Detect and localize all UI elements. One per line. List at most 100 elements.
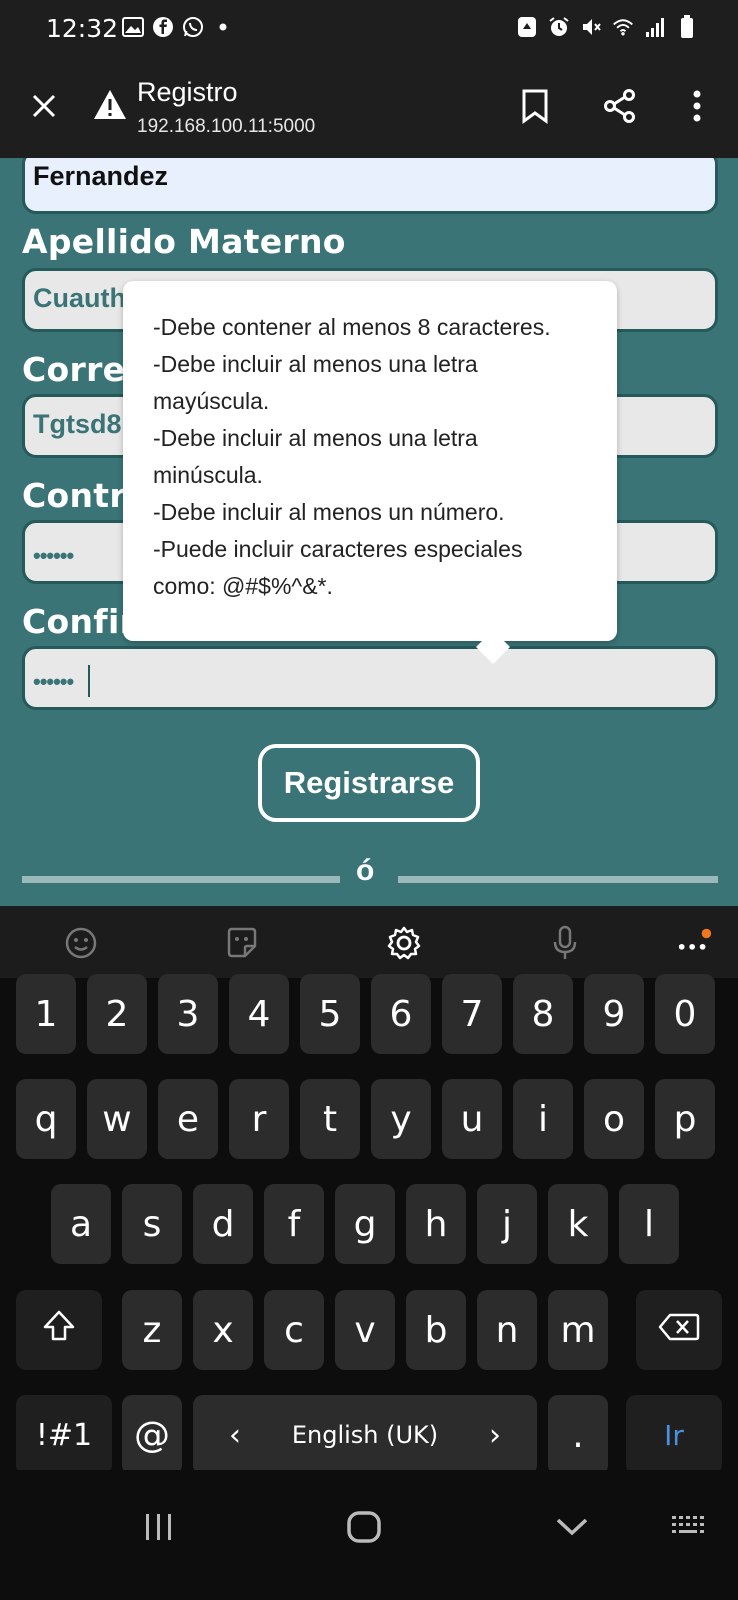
password-requirements-tooltip: -Debe contener al menos 8 caracteres. -D… <box>123 281 617 664</box>
key-a[interactable]: a <box>51 1184 111 1264</box>
key-i[interactable]: i <box>513 1079 573 1159</box>
key-e[interactable]: e <box>158 1079 218 1159</box>
key-z[interactable]: z <box>122 1290 182 1370</box>
tooltip-line: -Debe incluir al menos una letra minúscu… <box>153 425 478 488</box>
sticker-icon[interactable] <box>223 924 261 962</box>
key-v[interactable]: v <box>335 1290 395 1370</box>
space-right-arrow: › <box>489 1417 501 1453</box>
key-b[interactable]: b <box>406 1290 466 1370</box>
confirmar-contrasena-value: •••••• <box>33 669 74 694</box>
status-bar: 12:32 <box>0 0 738 62</box>
key-1[interactable]: 1 <box>16 974 76 1054</box>
tooltip-line: -Puede incluir caracteres especiales com… <box>153 536 523 599</box>
recent-apps-icon[interactable] <box>143 1512 175 1547</box>
dot-icon <box>212 16 234 38</box>
warning-icon[interactable] <box>92 88 128 122</box>
symbols-key[interactable]: !#1 <box>16 1395 112 1475</box>
key-x[interactable]: x <box>193 1290 253 1370</box>
backspace-icon <box>658 1310 700 1351</box>
space-left-arrow: ‹ <box>229 1417 241 1453</box>
more-icon[interactable] <box>676 924 714 962</box>
keyboard: 1 2 3 4 5 6 7 8 9 0 q w e r t y u i o p … <box>0 974 738 1475</box>
key-t[interactable]: t <box>300 1079 360 1159</box>
key-m[interactable]: m <box>548 1290 608 1370</box>
signal-icon <box>644 16 666 38</box>
contrasena-value: •••••• <box>33 543 74 568</box>
divider-right <box>398 876 718 883</box>
whatsapp-icon <box>182 16 204 38</box>
wifi-icon <box>612 16 634 38</box>
key-8[interactable]: 8 <box>513 974 573 1054</box>
key-l[interactable]: l <box>619 1184 679 1264</box>
key-s[interactable]: s <box>122 1184 182 1264</box>
divider-text: ó <box>356 854 375 887</box>
key-q[interactable]: q <box>16 1079 76 1159</box>
space-bar[interactable]: ‹ English (UK) › <box>193 1395 537 1475</box>
key-d[interactable]: d <box>193 1184 253 1264</box>
key-y[interactable]: y <box>371 1079 431 1159</box>
tooltip-line: -Debe incluir al menos una letra mayúscu… <box>153 351 478 414</box>
text-cursor <box>88 665 90 697</box>
at-key[interactable]: @ <box>122 1395 182 1475</box>
recycle-icon <box>516 16 538 38</box>
facebook-icon <box>152 16 174 38</box>
register-button[interactable]: Registrarse <box>258 744 480 822</box>
home-icon[interactable] <box>346 1510 382 1549</box>
confirmar-contrasena-field[interactable]: •••••• <box>22 646 718 710</box>
bookmark-icon[interactable] <box>520 88 550 124</box>
key-c[interactable]: c <box>264 1290 324 1370</box>
key-j[interactable]: j <box>477 1184 537 1264</box>
apellido-paterno-field[interactable]: Fernandez <box>22 158 718 214</box>
key-k[interactable]: k <box>548 1184 608 1264</box>
space-label: English (UK) <box>291 1421 439 1449</box>
key-6[interactable]: 6 <box>371 974 431 1054</box>
key-p[interactable]: p <box>655 1079 715 1159</box>
mic-icon[interactable] <box>546 924 584 962</box>
shift-icon <box>41 1308 77 1353</box>
key-f[interactable]: f <box>264 1184 324 1264</box>
backspace-key[interactable] <box>636 1290 722 1370</box>
settings-icon[interactable] <box>385 924 423 962</box>
browser-toolbar: Registro 192.168.100.11:5000 <box>0 62 738 158</box>
share-icon[interactable] <box>602 88 638 124</box>
key-2[interactable]: 2 <box>87 974 147 1054</box>
contrasena-label: Contr <box>22 476 126 515</box>
page-url[interactable]: 192.168.100.11:5000 <box>137 116 315 138</box>
navigation-bar <box>0 1470 738 1600</box>
keyboard-switch-icon[interactable] <box>670 1514 710 1545</box>
page-title: Registro <box>137 77 238 107</box>
key-o[interactable]: o <box>584 1079 644 1159</box>
tooltip-line: -Debe contener al menos 8 caracteres. <box>153 314 551 340</box>
more-options-icon[interactable] <box>685 88 709 124</box>
divider-left <box>22 876 340 883</box>
battery-icon <box>676 15 698 38</box>
go-key[interactable]: Ir <box>626 1395 722 1475</box>
mute-icon <box>580 16 602 38</box>
key-u[interactable]: u <box>442 1079 502 1159</box>
key-w[interactable]: w <box>87 1079 147 1159</box>
key-5[interactable]: 5 <box>300 974 360 1054</box>
shift-key[interactable] <box>16 1290 102 1370</box>
key-4[interactable]: 4 <box>229 974 289 1054</box>
key-3[interactable]: 3 <box>158 974 218 1054</box>
back-chevron-icon[interactable] <box>554 1514 590 1543</box>
key-r[interactable]: r <box>229 1079 289 1159</box>
apellido-paterno-value: Fernandez <box>33 161 169 191</box>
period-key[interactable]: . <box>548 1395 608 1475</box>
key-g[interactable]: g <box>335 1184 395 1264</box>
key-7[interactable]: 7 <box>442 974 502 1054</box>
key-0[interactable]: 0 <box>655 974 715 1054</box>
gallery-icon <box>122 16 144 38</box>
emoji-icon[interactable] <box>62 924 100 962</box>
key-n[interactable]: n <box>477 1290 537 1370</box>
key-h[interactable]: h <box>406 1184 466 1264</box>
apellido-materno-value: Cuauth <box>33 283 126 313</box>
alarm-icon <box>548 16 570 38</box>
correo-label: Corre <box>22 350 126 389</box>
key-9[interactable]: 9 <box>584 974 644 1054</box>
keyboard-toolbar <box>0 906 738 978</box>
status-time: 12:32 <box>46 14 119 43</box>
correo-value: Tgtsd8 <box>33 409 122 439</box>
apellido-materno-label: Apellido Materno <box>22 222 346 261</box>
close-icon[interactable] <box>26 88 62 124</box>
